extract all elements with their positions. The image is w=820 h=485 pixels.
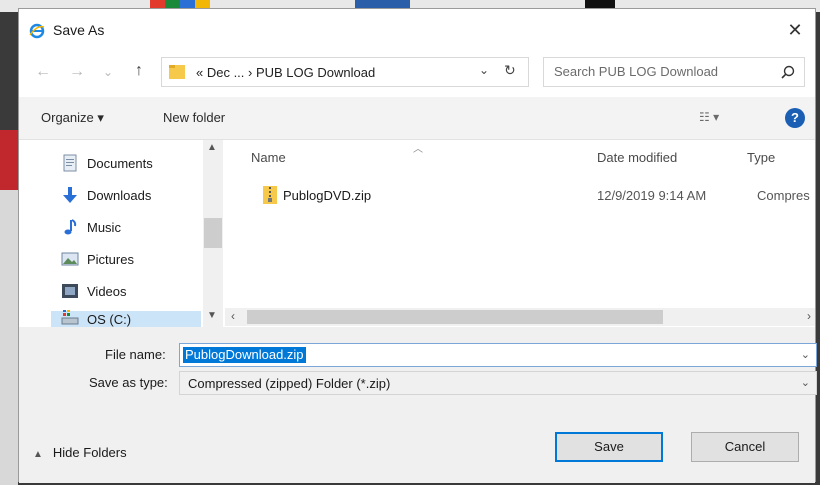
sidebar-item-label: Music — [87, 219, 121, 235]
save-type-label: Save as type: — [89, 375, 168, 390]
sidebar-item-pictures[interactable]: Pictures — [61, 248, 134, 270]
sidebar-item-label: OS (C:) — [87, 311, 132, 327]
file-date: 12/9/2019 9:14 AM — [597, 188, 707, 203]
address-bar[interactable]: « Dec ... › PUB LOG Download ⌄ ↻ — [161, 57, 529, 87]
recent-locations-icon[interactable]: ⌄ — [103, 65, 113, 79]
save-button[interactable]: Save — [555, 432, 663, 462]
internet-explorer-icon — [29, 23, 45, 39]
close-button[interactable]: ✕ — [783, 18, 807, 42]
back-arrow-icon[interactable]: ← — [35, 63, 51, 81]
file-name-label: File name: — [105, 347, 166, 362]
forward-arrow-icon[interactable]: → — [69, 63, 85, 81]
save-type-value: Compressed (zipped) Folder (*.zip) — [188, 376, 391, 391]
refresh-icon[interactable]: ↻ — [504, 62, 516, 79]
background-window-edge — [0, 130, 18, 190]
navigation-pane: Documents Downloads Music Pictures Video… — [19, 140, 225, 327]
dialog-footer: ▲ Hide Folders Save Cancel — [19, 407, 815, 483]
dialog-title: Save As — [53, 22, 105, 38]
scrollbar-thumb[interactable] — [247, 310, 663, 324]
scroll-up-icon[interactable]: ▲ — [207, 142, 217, 153]
address-path: « Dec ... › PUB LOG Download — [196, 65, 376, 80]
drive-icon — [61, 310, 79, 325]
horizontal-scrollbar[interactable]: ‹ › — [225, 308, 815, 326]
pictures-icon — [61, 252, 79, 266]
new-folder-button[interactable]: New folder — [163, 110, 225, 125]
navigation-bar: ← → ⌄ ↑ « Dec ... › PUB LOG Download ⌄ ↻ — [19, 49, 815, 97]
hide-folders-button[interactable]: ▲ Hide Folders — [33, 445, 127, 460]
sidebar-item-label: Documents — [87, 155, 153, 171]
content-area: Documents Downloads Music Pictures Video… — [19, 140, 815, 327]
scrollbar-thumb[interactable] — [204, 218, 222, 248]
sort-ascending-icon: ︿ — [413, 144, 423, 155]
background-window-edge — [0, 190, 18, 485]
search-icon[interactable] — [780, 64, 796, 80]
command-bar: Organize ▾ New folder ☷ ▾ ? — [19, 97, 815, 140]
download-arrow-icon — [63, 187, 77, 203]
chevron-up-icon: ▲ — [33, 449, 43, 460]
scroll-right-icon[interactable]: › — [807, 309, 811, 323]
file-list: ︿ Name Date modified Type PublogDVD.zip … — [225, 140, 815, 327]
vertical-scrollbar[interactable]: ▲ ▼ — [203, 140, 223, 327]
search-input[interactable] — [552, 63, 766, 80]
music-note-icon — [64, 219, 77, 235]
sidebar-item-label: Pictures — [87, 251, 134, 267]
column-header-type[interactable]: Type — [747, 150, 775, 165]
documents-icon — [63, 154, 77, 172]
sidebar-item-os-drive[interactable]: OS (C:) — [51, 310, 201, 327]
chevron-down-icon[interactable]: ⌄ — [479, 63, 489, 77]
save-type-select[interactable]: Compressed (zipped) Folder (*.zip) ⌄ — [179, 371, 817, 395]
view-options-icon[interactable]: ☷ ▾ — [699, 110, 719, 124]
table-row[interactable]: PublogDVD.zip 12/9/2019 9:14 AM Compres — [225, 182, 815, 210]
cancel-button[interactable]: Cancel — [691, 432, 799, 462]
chevron-down-icon[interactable]: ⌄ — [801, 348, 810, 361]
scroll-left-icon[interactable]: ‹ — [231, 309, 235, 323]
file-type: Compres — [757, 188, 810, 203]
zip-folder-icon — [263, 186, 277, 204]
search-box[interactable] — [543, 57, 805, 87]
sidebar-item-label: Downloads — [87, 187, 152, 203]
file-name: PublogDVD.zip — [283, 188, 372, 203]
title-bar: Save As ✕ — [19, 9, 815, 49]
chevron-down-icon[interactable]: ⌄ — [801, 376, 810, 389]
sidebar-item-downloads[interactable]: Downloads — [61, 184, 151, 206]
column-header-date-modified[interactable]: Date modified — [597, 150, 677, 165]
hide-folders-label: Hide Folders — [52, 445, 127, 460]
up-arrow-icon[interactable]: ↑ — [135, 62, 143, 80]
file-name-field[interactable]: PublogDownload.zip ⌄ — [179, 343, 817, 367]
sidebar-item-music[interactable]: Music — [61, 216, 121, 238]
sidebar-item-label: Videos — [87, 283, 127, 299]
folder-icon — [169, 65, 185, 79]
help-icon[interactable]: ? — [785, 108, 805, 128]
organize-menu[interactable]: Organize ▾ — [41, 110, 104, 126]
sidebar-item-documents[interactable]: Documents — [61, 152, 153, 174]
videos-icon — [62, 284, 78, 298]
scroll-down-icon[interactable]: ▼ — [207, 310, 217, 321]
sidebar-item-videos[interactable]: Videos — [61, 280, 127, 302]
column-header-name[interactable]: Name — [251, 150, 286, 165]
file-name-value[interactable]: PublogDownload.zip — [183, 347, 306, 363]
save-as-dialog: Save As ✕ ← → ⌄ ↑ « Dec ... › PUB LOG Do… — [18, 8, 817, 483]
save-form: File name: PublogDownload.zip ⌄ Save as … — [19, 327, 817, 407]
